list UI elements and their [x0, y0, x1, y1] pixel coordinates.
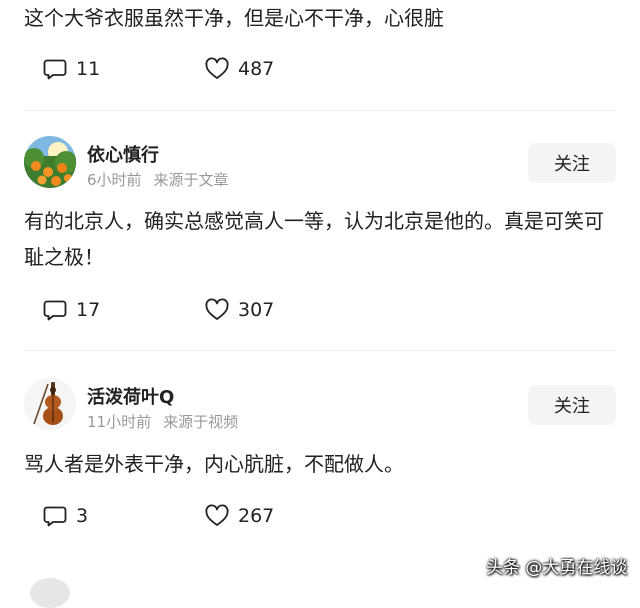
orange-tree-avatar-image — [24, 136, 76, 188]
username[interactable]: 活泼荷叶Q — [87, 383, 174, 409]
violin-avatar-image — [24, 378, 76, 430]
comment-meta: 11小时前 来源于视频 — [87, 411, 238, 432]
reply-button[interactable]: 3 — [42, 501, 88, 531]
comment-meta: 6小时前 来源于文章 — [87, 169, 229, 190]
speech-bubble-icon — [43, 59, 67, 80]
like-count: 267 — [238, 505, 275, 527]
heart-outline-icon — [205, 57, 229, 79]
comment-text: 有的北京人，确实总感觉高人一等，认为北京是他的。真是可笑可耻之极！ — [24, 209, 604, 269]
like-button[interactable]: 267 — [204, 501, 274, 531]
comment-feed: 这个大爷衣服虽然干净，但是心不干净，心很脏 11 487 依心慎行 6小时前 来… — [0, 0, 640, 608]
like-count: 487 — [238, 58, 275, 80]
watermark: 头条 @大勇在线谈 — [486, 558, 628, 578]
avatar[interactable] — [24, 378, 76, 430]
comment-text: 骂人者是外表干净，内心肮脏，不配做人。 — [24, 452, 404, 476]
timestamp: 6小时前 — [87, 171, 142, 189]
divider — [24, 110, 616, 111]
follow-button[interactable]: 关注 — [528, 385, 616, 425]
speech-bubble-icon — [43, 506, 67, 527]
follow-button[interactable]: 关注 — [528, 143, 616, 183]
avatar[interactable] — [30, 578, 70, 608]
reply-button[interactable]: 11 — [42, 54, 100, 84]
source-label: 来源于文章 — [153, 171, 229, 189]
like-count: 307 — [238, 299, 275, 321]
reply-count: 11 — [76, 58, 101, 80]
like-button[interactable]: 307 — [204, 295, 274, 325]
reply-count: 3 — [76, 505, 89, 527]
reply-button[interactable]: 17 — [42, 295, 100, 325]
timestamp: 11小时前 — [87, 413, 152, 431]
heart-outline-icon — [205, 298, 229, 320]
username[interactable]: 依心慎行 — [87, 141, 159, 167]
avatar[interactable] — [24, 136, 76, 188]
speech-bubble-icon — [43, 300, 67, 321]
comment-text: 这个大爷衣服虽然干净，但是心不干净，心很脏 — [24, 6, 444, 30]
heart-outline-icon — [205, 504, 229, 526]
like-button[interactable]: 487 — [204, 54, 274, 84]
divider — [24, 350, 616, 351]
reply-count: 17 — [76, 299, 101, 321]
source-label: 来源于视频 — [163, 413, 239, 431]
